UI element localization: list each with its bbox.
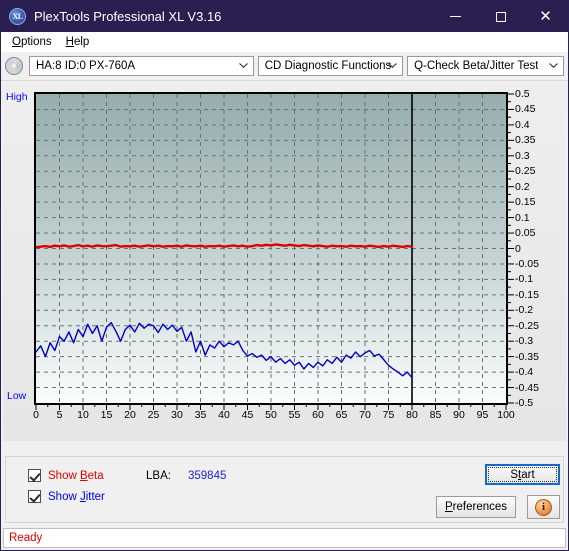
start-button[interactable]: Start: [485, 464, 560, 485]
axis-label-high: High: [6, 91, 28, 103]
menu-item-help[interactable]: Help: [59, 35, 97, 49]
y-tick-label: -0.2: [515, 304, 534, 317]
show-jitter-checkbox[interactable]: [28, 490, 41, 503]
window-title: PlexTools Professional XL V3.16: [34, 9, 222, 24]
menu-item-options[interactable]: Options: [5, 35, 59, 49]
x-tick-label: 65: [335, 409, 348, 421]
app-logo-icon: XL: [9, 8, 26, 25]
x-tick-label: 80: [406, 409, 418, 421]
x-tick-label: 75: [382, 409, 395, 421]
y-tick-label: 0.4: [515, 118, 530, 131]
y-tick-label: -0.15: [515, 288, 539, 301]
y-tick-label: 0.45: [515, 103, 536, 116]
status-bar: Ready: [3, 528, 566, 548]
preferences-button-label: Preferences: [444, 501, 508, 513]
menu-help-rest: elp: [73, 35, 90, 48]
window-controls: ✕: [433, 1, 568, 32]
preferences-button[interactable]: Preferences: [436, 496, 516, 518]
x-tick-label: 20: [124, 409, 136, 421]
focus-ring: [488, 467, 557, 482]
y-tick-label: -0.45: [515, 381, 539, 394]
y-tick-label: 0: [515, 242, 521, 255]
x-tick-label: 5: [56, 409, 63, 421]
status-text: Ready: [9, 532, 43, 544]
chart-surface: High Low 0.5 0.45 0.4 0.35 0.3 0.25 0.2 0.15 0.1…: [3, 84, 566, 441]
x-tick-label: 85: [429, 409, 442, 421]
show-beta-checkbox[interactable]: [28, 469, 41, 482]
y-tick-label: -0.1: [515, 273, 534, 286]
close-button[interactable]: ✕: [523, 1, 568, 32]
show-beta-label: Show Beta: [48, 469, 104, 482]
show-jitter-checkbox-row[interactable]: Show Jitter: [28, 490, 105, 503]
lba-value: 359845: [188, 470, 227, 482]
lba-label: LBA:: [146, 470, 171, 482]
chevron-down-icon: [549, 63, 558, 68]
title-bar: XL PlexTools Professional XL V3.16 ✕: [1, 1, 568, 32]
y-tick-label: 0.15: [515, 196, 536, 209]
y-tick-label: 0.1: [515, 211, 530, 224]
x-axis-tick-labels: 0 5 10 15 20 25 30 35 40 45 50 55 60 65 70 75 80 85 90 95 10…: [3, 409, 543, 427]
x-tick-label: 45: [241, 409, 254, 421]
function-select-value: CD Diagnostic Functions: [264, 60, 392, 72]
plot-area: [34, 92, 508, 405]
x-tick-label: 60: [312, 409, 324, 421]
toolbar: HA:8 ID:0 PX-760A CD Diagnostic Function…: [1, 52, 568, 81]
y-tick-label: -0.05: [515, 257, 539, 270]
x-tick-label: 100: [497, 409, 515, 421]
y-tick-label: -0.5: [515, 397, 534, 409]
x-tick-label: 40: [218, 409, 230, 421]
x-tick-label: 95: [476, 409, 489, 421]
maximize-button[interactable]: [478, 1, 523, 32]
chart-panel: High Low 0.5 0.45 0.4 0.35 0.3 0.25 0.2 0.15 0.1…: [3, 84, 566, 441]
y-tick-label: -0.3: [515, 335, 534, 348]
info-button[interactable]: i: [527, 495, 560, 519]
x-tick-label: 70: [359, 409, 371, 421]
function-select[interactable]: CD Diagnostic Functions: [257, 56, 404, 76]
plot-svg: [36, 94, 506, 403]
show-beta-checkbox-row[interactable]: Show Beta: [28, 469, 104, 482]
minimize-button[interactable]: [433, 1, 478, 32]
show-jitter-label: Show Jitter: [48, 490, 105, 503]
x-tick-label: 35: [194, 409, 207, 421]
y-tick-label: 0.05: [515, 227, 536, 240]
y-tick-label: 0.3: [515, 149, 530, 162]
axis-label-low: Low: [7, 390, 27, 402]
x-tick-label: 50: [265, 409, 277, 421]
maximize-icon: [495, 11, 506, 22]
y-tick-label: 0.25: [515, 165, 536, 178]
minimize-icon: [450, 16, 461, 17]
y-tick-label: 0.5: [515, 88, 530, 100]
x-tick-label: 10: [77, 409, 89, 421]
chevron-down-icon: [388, 63, 397, 68]
test-select-value: Q-Check Beta/Jitter Test: [414, 60, 539, 72]
disc-icon: [5, 57, 23, 75]
y-tick-label: -0.4: [515, 366, 534, 379]
x-tick-label: 55: [288, 409, 301, 421]
drive-select[interactable]: HA:8 ID:0 PX-760A: [29, 56, 254, 76]
chevron-down-icon: [238, 63, 248, 68]
y-tick-label: 0.2: [515, 180, 530, 193]
info-icon: i: [535, 498, 552, 516]
x-tick-label: 25: [147, 409, 160, 421]
y-tick-label: 0.35: [515, 134, 536, 147]
x-tick-label: 30: [171, 409, 183, 421]
drive-select-value: HA:8 ID:0 PX-760A: [36, 60, 136, 72]
y-tick-label: -0.25: [515, 319, 539, 332]
test-select[interactable]: Q-Check Beta/Jitter Test: [407, 56, 564, 76]
y-axis-tick-labels: 0.5 0.45 0.4 0.35 0.3 0.25 0.2 0.15 0.1 0.05 0 -0.0…: [515, 84, 561, 414]
application-window: XL PlexTools Professional XL V3.16 ✕ Opt…: [0, 0, 569, 551]
controls-panel: Show Beta Show Jitter LBA: 359845 Start …: [5, 456, 564, 523]
menu-options-rest: ptions: [20, 35, 52, 48]
menu-bar: Options Help: [1, 32, 568, 52]
x-tick-label: 15: [100, 409, 113, 421]
plot-inner: [36, 94, 506, 403]
y-tick-label: -0.35: [515, 350, 539, 363]
x-tick-label: 0: [33, 409, 39, 421]
x-tick-label: 90: [453, 409, 465, 421]
